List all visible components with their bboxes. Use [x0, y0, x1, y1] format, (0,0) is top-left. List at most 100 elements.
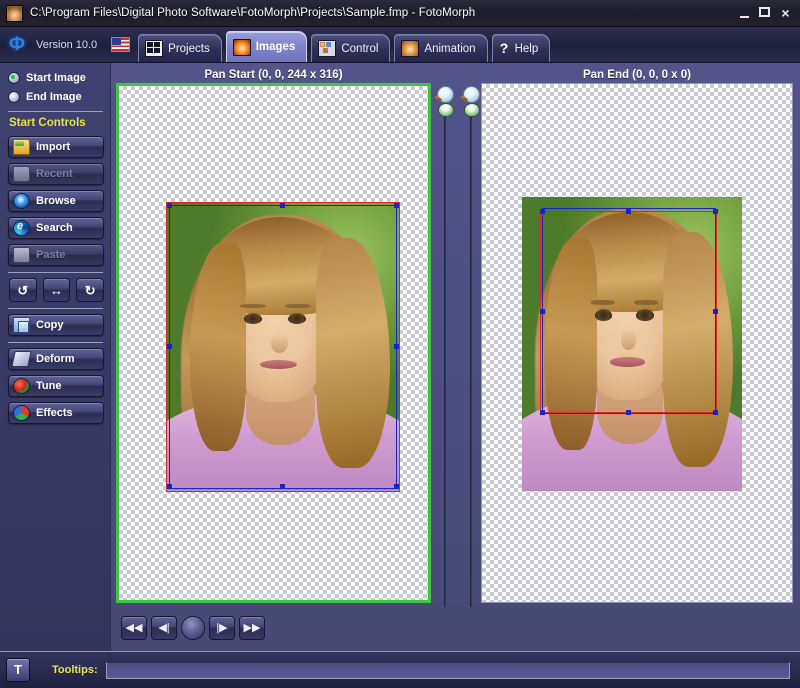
- handle-middle-right[interactable]: [713, 309, 718, 314]
- handle-top-right[interactable]: [713, 209, 718, 214]
- tab-control-label: Control: [341, 42, 379, 55]
- radio-start-image-label: Start Image: [26, 71, 86, 84]
- tab-projects[interactable]: Projects: [138, 34, 222, 62]
- handle-bottom-left[interactable]: [540, 410, 545, 415]
- control-icon: [318, 40, 337, 57]
- radio-start-image[interactable]: Start Image: [8, 69, 104, 86]
- main-workspace: Pan Start (0, 0, 244 x 316) Pan End (0, …: [110, 63, 800, 651]
- zoom-slider-end[interactable]: [462, 83, 480, 628]
- handle-middle-left[interactable]: [540, 309, 545, 314]
- handle-bottom-left[interactable]: [167, 484, 172, 489]
- zoom-slider-end-track[interactable]: [470, 107, 472, 607]
- handle-middle-left[interactable]: [167, 344, 172, 349]
- tab-help-label: Help: [514, 42, 539, 55]
- handle-bottom-center[interactable]: [280, 484, 285, 489]
- import-button-label: Import: [36, 141, 71, 153]
- search-button[interactable]: Search: [8, 217, 104, 239]
- handle-bottom-right[interactable]: [394, 484, 399, 489]
- help-icon: ?: [499, 41, 509, 56]
- close-button[interactable]: ×: [778, 6, 793, 20]
- tune-button[interactable]: Tune: [8, 375, 104, 397]
- magnifier-icon: [463, 86, 480, 103]
- folder-import-icon: [13, 139, 30, 155]
- zoom-slider-group: [436, 63, 482, 608]
- flip-horizontal-button[interactable]: ↔: [42, 278, 71, 302]
- images-icon: [232, 38, 251, 56]
- handle-top-center[interactable]: [626, 209, 631, 214]
- browse-button[interactable]: Browse: [8, 190, 104, 212]
- paste-button-label: Paste: [36, 249, 66, 261]
- browse-button-label: Browse: [36, 195, 76, 207]
- previous-frame-button[interactable]: ◀|: [151, 616, 177, 640]
- radio-start-image-indicator: [8, 71, 20, 84]
- handle-bottom-right[interactable]: [713, 410, 718, 415]
- tab-control[interactable]: Control: [311, 34, 391, 62]
- divider: [8, 111, 103, 112]
- zoom-slider-end-thumb[interactable]: [464, 103, 480, 117]
- language-flag-icon[interactable]: [111, 37, 131, 52]
- rotate-left-button[interactable]: ↺: [9, 278, 37, 302]
- zoom-slider-start-thumb[interactable]: [438, 103, 454, 117]
- deform-icon: [11, 351, 32, 367]
- first-frame-button[interactable]: ◀◀: [121, 616, 147, 640]
- pan-end-canvas[interactable]: [481, 83, 793, 603]
- title-bar: C:\Program Files\Digital Photo Software\…: [0, 0, 800, 27]
- effects-button[interactable]: Effects: [8, 402, 104, 424]
- handle-top-center[interactable]: [280, 203, 285, 208]
- fotomorph-logo-icon: Ф: [8, 34, 26, 55]
- minimize-button[interactable]: [738, 6, 753, 20]
- radio-end-image-indicator: [8, 90, 20, 103]
- recent-button[interactable]: Recent: [8, 163, 104, 185]
- status-bar: T Tooltips:: [0, 651, 800, 688]
- pan-start-header: Pan Start (0, 0, 244 x 316): [204, 69, 343, 81]
- image-panels: Pan Start (0, 0, 244 x 316) Pan End (0, …: [111, 63, 800, 608]
- tooltips-label: Tooltips:: [52, 664, 98, 676]
- tooltips-field: [105, 661, 790, 679]
- effects-icon: [13, 405, 30, 421]
- paste-button[interactable]: Paste: [8, 244, 104, 266]
- left-sidebar: Start Image End Image Start Controls Imp…: [0, 63, 110, 651]
- divider: [8, 272, 103, 273]
- maximize-button[interactable]: [758, 6, 773, 20]
- play-button[interactable]: [181, 616, 205, 640]
- handle-middle-right[interactable]: [394, 344, 399, 349]
- tab-images[interactable]: Images: [225, 31, 308, 62]
- pan-start-panel: Pan Start (0, 0, 244 x 316): [116, 67, 431, 603]
- clipboard-paste-icon: [13, 247, 30, 263]
- folder-recent-icon: [13, 166, 30, 182]
- pan-end-header: Pan End (0, 0, 0 x 0): [582, 69, 691, 81]
- divider: [8, 342, 103, 343]
- browser-search-icon: [13, 220, 30, 236]
- end-image-preview[interactable]: [522, 197, 742, 491]
- zoom-slider-start[interactable]: [436, 83, 454, 628]
- handle-bottom-center[interactable]: [626, 410, 631, 415]
- handle-top-left[interactable]: [167, 203, 172, 208]
- animation-icon: [401, 40, 420, 57]
- next-frame-button[interactable]: |▶: [209, 616, 235, 640]
- magnifier-icon: [437, 86, 454, 103]
- window-controls: ×: [738, 6, 796, 20]
- pan-start-canvas[interactable]: [116, 83, 431, 603]
- tune-icon: [13, 378, 30, 394]
- zoom-slider-start-track[interactable]: [444, 107, 446, 607]
- sidebar-section-title: Start Controls: [9, 117, 86, 129]
- start-image-preview[interactable]: [167, 203, 399, 491]
- copy-button-label: Copy: [36, 319, 64, 331]
- version-label: Version 10.0: [36, 38, 98, 51]
- copy-button[interactable]: Copy: [8, 314, 104, 336]
- handle-top-right[interactable]: [394, 203, 399, 208]
- search-button-label: Search: [36, 222, 73, 234]
- radio-end-image[interactable]: End Image: [8, 88, 104, 105]
- pan-end-panel: Pan End (0, 0, 0 x 0): [481, 67, 793, 603]
- tooltips-toggle-icon[interactable]: T: [6, 658, 30, 682]
- radio-end-image-label: End Image: [26, 90, 82, 103]
- tab-animation[interactable]: Animation: [394, 34, 488, 62]
- handle-top-left[interactable]: [540, 209, 545, 214]
- rotate-right-button[interactable]: ↻: [76, 278, 105, 302]
- last-frame-button[interactable]: ▶▶: [239, 616, 265, 640]
- deform-button[interactable]: Deform: [8, 348, 104, 370]
- application-icon: [6, 4, 23, 22]
- import-button[interactable]: Import: [8, 136, 104, 158]
- tune-button-label: Tune: [36, 380, 62, 392]
- tab-help[interactable]: ? Help: [491, 34, 551, 62]
